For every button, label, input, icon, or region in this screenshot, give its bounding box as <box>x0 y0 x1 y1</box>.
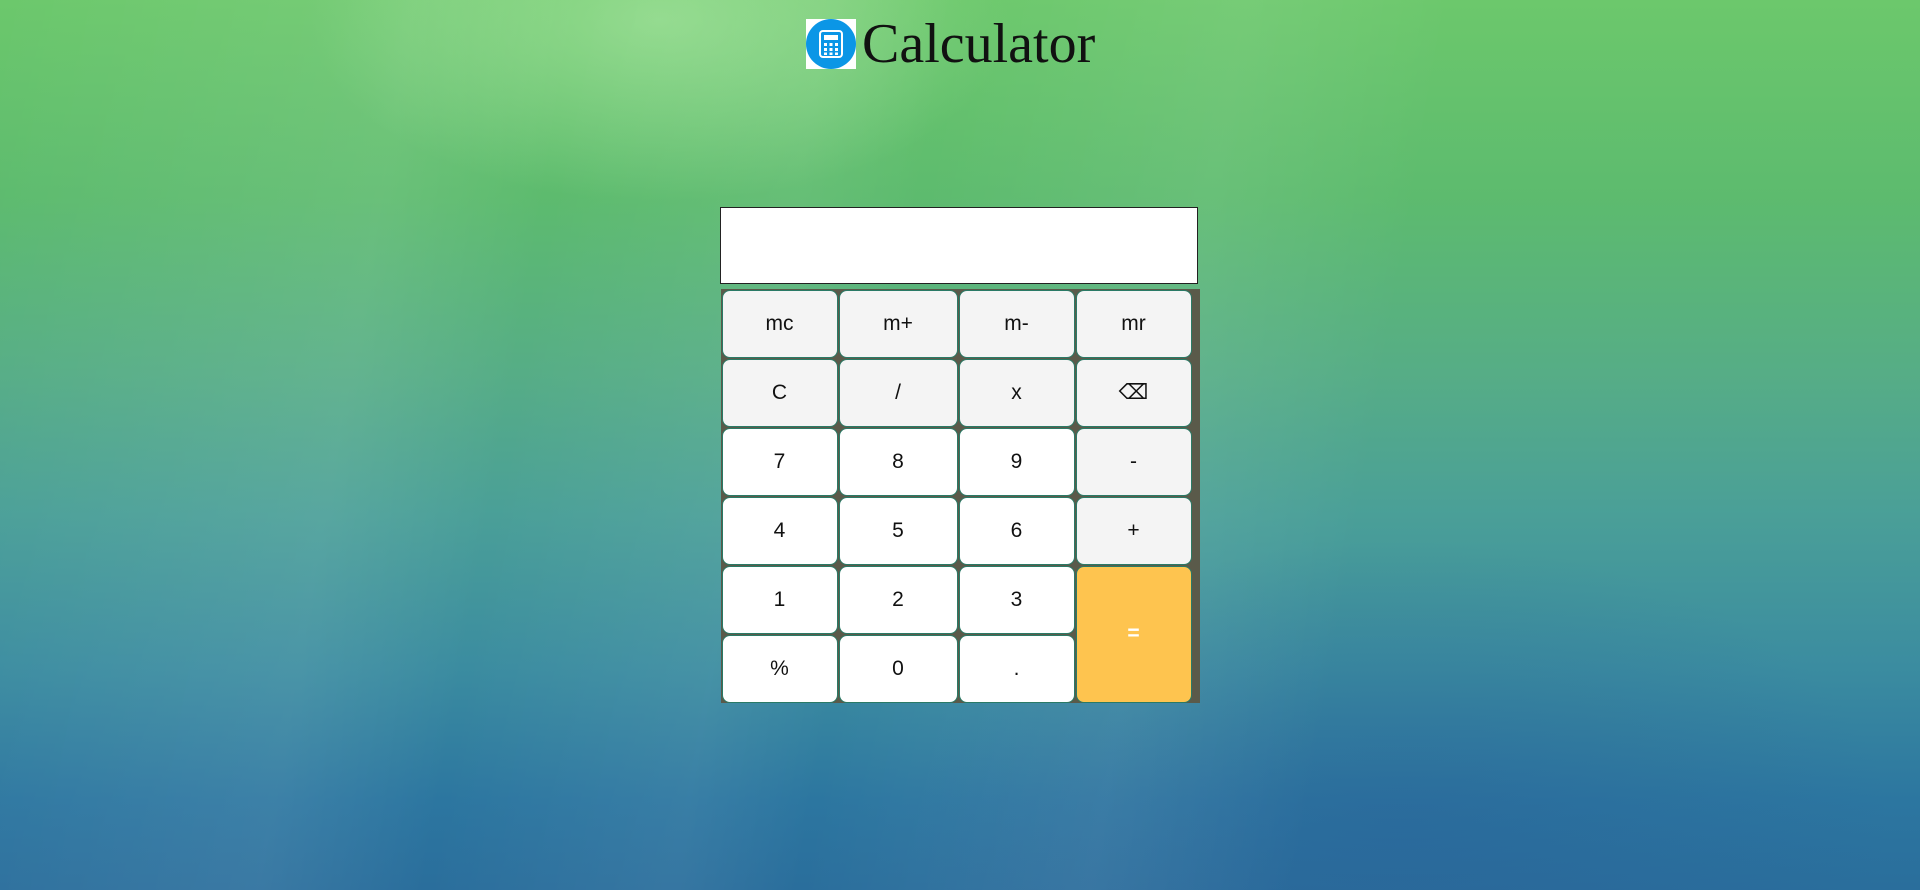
page-header: Calculator <box>806 14 1095 74</box>
divide-button[interactable]: / <box>838 358 958 427</box>
memory-subtract-button[interactable]: m- <box>958 289 1075 358</box>
plus-button[interactable]: + <box>1075 496 1192 565</box>
calculator-display[interactable] <box>720 207 1198 284</box>
digit-8-button[interactable]: 8 <box>838 427 958 496</box>
multiply-button[interactable]: x <box>958 358 1075 427</box>
clear-button[interactable]: C <box>721 358 838 427</box>
digit-6-button[interactable]: 6 <box>958 496 1075 565</box>
digit-7-button[interactable]: 7 <box>721 427 838 496</box>
digit-3-button[interactable]: 3 <box>958 565 1075 634</box>
digit-9-button[interactable]: 9 <box>958 427 1075 496</box>
memory-clear-button[interactable]: mc <box>721 289 838 358</box>
minus-button[interactable]: - <box>1075 427 1192 496</box>
keypad: mc m+ m- mr C / x ⌫ 7 8 9 - 4 5 6 + 1 2 … <box>721 289 1200 703</box>
calculator: mc m+ m- mr C / x ⌫ 7 8 9 - 4 5 6 + 1 2 … <box>720 207 1200 703</box>
memory-recall-button[interactable]: mr <box>1075 289 1192 358</box>
digit-1-button[interactable]: 1 <box>721 565 838 634</box>
calculator-icon <box>806 19 856 69</box>
percent-button[interactable]: % <box>721 634 838 703</box>
digit-2-button[interactable]: 2 <box>838 565 958 634</box>
digit-5-button[interactable]: 5 <box>838 496 958 565</box>
digit-4-button[interactable]: 4 <box>721 496 838 565</box>
equals-button[interactable]: = <box>1075 565 1192 703</box>
memory-add-button[interactable]: m+ <box>838 289 958 358</box>
page-title: Calculator <box>862 13 1096 75</box>
backspace-button[interactable]: ⌫ <box>1075 358 1192 427</box>
digit-0-button[interactable]: 0 <box>838 634 958 703</box>
decimal-point-button[interactable]: . <box>958 634 1075 703</box>
